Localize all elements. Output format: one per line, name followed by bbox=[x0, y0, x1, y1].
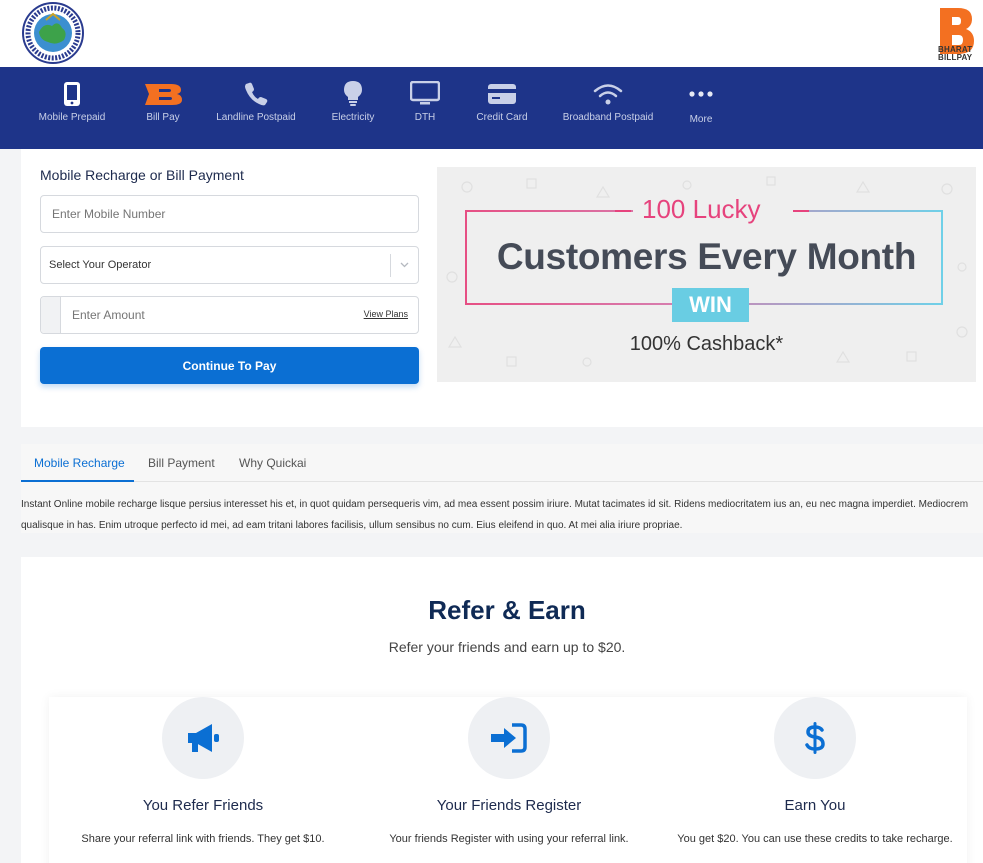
tab-bill-payment[interactable]: Bill Payment bbox=[148, 456, 215, 470]
nav-label: Landline Postpaid bbox=[216, 112, 296, 123]
service-navigation: Mobile Prepaid Bill Pay Landline Postpai… bbox=[0, 67, 983, 149]
nav-item-landline-postpaid[interactable]: Landline Postpaid bbox=[214, 67, 298, 149]
step-title: You Refer Friends bbox=[142, 797, 264, 814]
banner-dash-right bbox=[793, 210, 809, 212]
tab-content-text: Instant Online mobile recharge lisque pe… bbox=[21, 499, 969, 531]
wifi-icon bbox=[593, 81, 623, 107]
credit-card-icon bbox=[487, 81, 517, 107]
dollar-icon bbox=[774, 697, 856, 779]
refer-title: Refer & Earn bbox=[428, 595, 586, 625]
banner-cashback-text: 100% Cashback* bbox=[629, 333, 784, 355]
refer-subtitle: Refer your friends and earn up to $20. bbox=[388, 639, 626, 655]
refer-steps: You Refer Friends Share your referral li… bbox=[49, 697, 967, 863]
currency-prefix bbox=[41, 297, 61, 333]
active-tab-indicator bbox=[21, 480, 134, 482]
nav-label: Electricity bbox=[331, 112, 375, 123]
step-title: Your Friends Register bbox=[436, 797, 582, 814]
continue-to-pay-button[interactable]: Continue To Pay bbox=[40, 347, 419, 384]
sign-in-icon bbox=[468, 697, 550, 779]
refer-earn-section: Refer & Earn Refer your friends and earn… bbox=[21, 557, 983, 863]
government-emblem-logo[interactable] bbox=[22, 2, 84, 64]
banner-lucky-text: 100 Lucky bbox=[642, 194, 761, 224]
bharat-billpay-b-icon bbox=[143, 81, 183, 107]
tv-monitor-icon bbox=[410, 81, 440, 107]
recharge-title: Mobile Recharge or Bill Payment bbox=[40, 167, 244, 183]
info-tabs-section: Mobile Recharge Bill Payment Why Quickai… bbox=[21, 444, 983, 533]
promo-banner[interactable]: 100 Lucky Customers Every Month WIN 100%… bbox=[437, 167, 976, 382]
nav-item-mobile-prepaid[interactable]: Mobile Prepaid bbox=[36, 67, 108, 149]
tab-bar: Mobile Recharge Bill Payment Why Quickai bbox=[21, 444, 983, 482]
operator-select-value: Select Your Operator bbox=[49, 259, 152, 271]
nav-label: More bbox=[689, 114, 713, 125]
megaphone-icon bbox=[162, 697, 244, 779]
chevron-down-icon bbox=[400, 262, 409, 268]
nav-label: Bill Pay bbox=[146, 112, 180, 123]
select-divider bbox=[390, 254, 391, 277]
nav-label: Broadband Postpaid bbox=[562, 112, 654, 123]
mobile-number-input[interactable] bbox=[52, 207, 402, 221]
amount-field[interactable]: View Plans bbox=[40, 296, 419, 334]
telephone-icon bbox=[241, 81, 271, 107]
mobile-phone-icon bbox=[57, 81, 87, 107]
banner-win-badge: WIN bbox=[672, 288, 749, 322]
lightbulb-icon bbox=[338, 81, 368, 107]
tab-mobile-recharge[interactable]: Mobile Recharge bbox=[34, 456, 125, 470]
tab-why-quickai[interactable]: Why Quickai bbox=[239, 456, 306, 470]
banner-dash-left bbox=[615, 210, 631, 212]
nav-item-broadband-postpaid[interactable]: Broadband Postpaid bbox=[558, 67, 658, 149]
view-plans-link[interactable]: View Plans bbox=[364, 309, 408, 319]
step-description: Share your referral link with friends. T… bbox=[81, 833, 325, 845]
operator-select[interactable]: Select Your Operator bbox=[40, 246, 419, 284]
nav-label: Credit Card bbox=[476, 112, 528, 123]
nav-item-credit-card[interactable]: Credit Card bbox=[470, 67, 534, 149]
ellipsis-icon bbox=[686, 81, 716, 107]
banner-headline: Customers Every Month bbox=[496, 236, 917, 277]
bbps-wordmark-line2: BILLPAY bbox=[938, 53, 973, 62]
nav-item-bill-pay[interactable]: Bill Pay bbox=[133, 67, 193, 149]
nav-label: DTH bbox=[414, 112, 436, 123]
bharat-billpay-wordmark: BHARAT BILLPAY bbox=[938, 46, 972, 62]
step-description: Your friends Register with using your re… bbox=[389, 833, 629, 845]
step-description: You get $20. You can use these credits t… bbox=[677, 833, 953, 845]
nav-label: Mobile Prepaid bbox=[38, 112, 106, 123]
nav-item-more[interactable]: More bbox=[680, 67, 722, 149]
amount-input[interactable] bbox=[72, 308, 322, 322]
top-header: BHARAT BILLPAY bbox=[0, 0, 983, 67]
step-title: Earn You bbox=[784, 797, 846, 814]
mobile-number-field[interactable] bbox=[40, 195, 419, 233]
nav-item-dth[interactable]: DTH bbox=[400, 67, 450, 149]
recharge-card: Mobile Recharge or Bill Payment Select Y… bbox=[21, 149, 983, 427]
nav-item-electricity[interactable]: Electricity bbox=[322, 67, 384, 149]
